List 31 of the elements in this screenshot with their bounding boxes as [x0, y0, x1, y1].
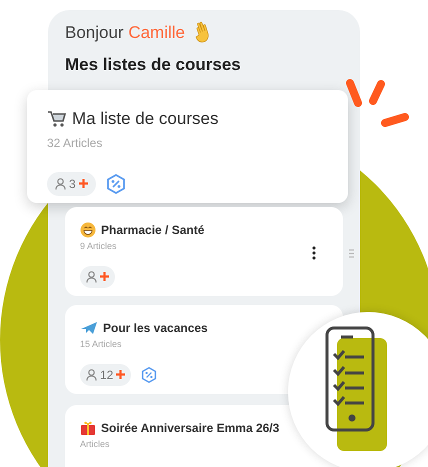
members-chip[interactable]: 3 — [47, 172, 96, 196]
discount-icon[interactable] — [106, 174, 126, 194]
drag-handle-icon[interactable] — [349, 249, 354, 258]
page-title: Mes listes de courses — [65, 54, 241, 76]
article-count: 15 Articles — [80, 338, 122, 351]
list-card[interactable]: Pharmacie / Santé 9 Articles — [65, 207, 343, 296]
members-chip[interactable]: 12 — [80, 364, 132, 386]
article-count: Articles — [80, 438, 110, 451]
list-title: Soirée Anniversaire Emma 26/3 — [101, 420, 280, 437]
plus-icon — [100, 272, 109, 281]
article-count: 9 Articles — [80, 240, 117, 253]
smiley-icon — [80, 222, 96, 238]
phone-checklist-icon — [325, 326, 387, 451]
members-chip[interactable] — [80, 266, 115, 288]
list-card[interactable]: Ma liste de courses 32 Articles 3 — [27, 90, 348, 203]
discount-icon[interactable] — [141, 366, 158, 382]
list-title: Pharmacie / Santé — [101, 222, 204, 239]
plus-icon — [78, 179, 88, 188]
airplane-icon — [80, 320, 98, 336]
sparkle-lines-icon — [345, 78, 411, 130]
article-count: 32 Articles — [47, 134, 102, 152]
list-title: Pour les vacances — [103, 320, 208, 337]
person-icon — [86, 368, 97, 380]
greeting-text: Bonjour Camille — [65, 22, 186, 44]
plus-icon — [116, 370, 126, 379]
person-icon — [55, 178, 66, 190]
list-title: Ma liste de courses — [72, 108, 218, 130]
more-options-icon[interactable] — [312, 246, 316, 260]
person-icon — [86, 270, 97, 282]
gift-icon — [80, 420, 96, 436]
cart-icon — [47, 110, 67, 128]
